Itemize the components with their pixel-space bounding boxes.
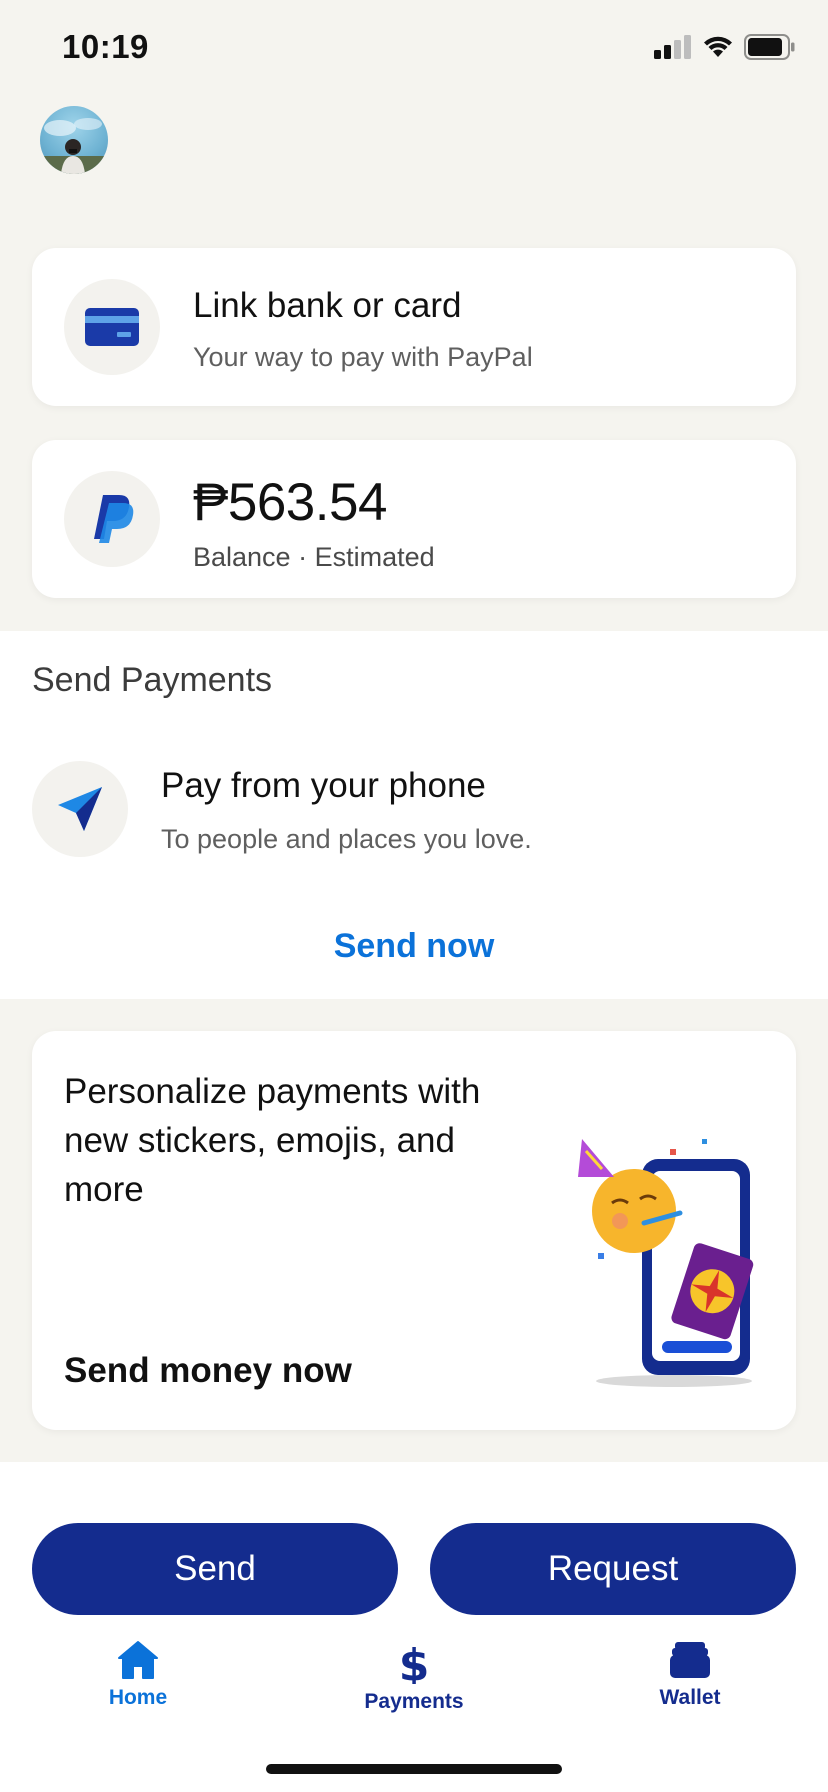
bottom-panel	[0, 1462, 828, 1792]
home-indicator	[266, 1764, 562, 1774]
send-now-link[interactable]: Send now	[0, 927, 828, 966]
pay-from-phone-subtitle: To people and places you love.	[161, 824, 532, 854]
balance-subtitle: Balance · Estimated	[193, 542, 435, 572]
pay-from-phone-title: Pay from your phone	[161, 766, 486, 805]
house-icon	[118, 1641, 158, 1679]
send-money-now-link[interactable]: Send money now	[64, 1351, 352, 1391]
link-bank-card[interactable]: Link bank or card Your way to pay with P…	[32, 248, 796, 406]
paypal-logo-icon	[94, 495, 134, 543]
balance-amount: ₱563.54	[193, 473, 387, 532]
phone-emoji-illustration	[578, 1139, 754, 1387]
link-bank-title: Link bank or card	[193, 286, 462, 325]
request-button[interactable]: Request	[430, 1523, 796, 1615]
promo-text: Personalize payments with new stickers, …	[64, 1072, 481, 1209]
wallet-icon	[670, 1642, 710, 1678]
tab-payments[interactable]: $ Payments	[344, 1640, 484, 1714]
section-heading: Send Payments	[32, 661, 273, 699]
send-payments-section: Send Payments Pay from your phone To peo…	[0, 631, 828, 999]
cellular-signal-icon	[654, 35, 691, 59]
tab-home[interactable]: Home	[68, 1640, 208, 1710]
balance-card[interactable]: ₱563.54 Balance · Estimated	[32, 440, 796, 598]
status-bar: 10:19	[0, 0, 828, 100]
link-bank-subtitle: Your way to pay with PayPal	[193, 342, 533, 372]
tab-wallet[interactable]: Wallet	[620, 1640, 760, 1710]
tab-wallet-label: Wallet	[659, 1686, 721, 1709]
battery-icon	[744, 34, 795, 60]
send-button[interactable]: Send	[32, 1523, 398, 1615]
link-bank-icon-circle	[64, 279, 160, 375]
dollar-sign-icon: $	[399, 1640, 430, 1684]
tab-home-label: Home	[108, 1686, 168, 1709]
wifi-icon	[704, 36, 732, 57]
send-icon-circle	[32, 761, 128, 857]
tab-payments-label: Payments	[364, 1690, 464, 1713]
promo-card[interactable]: Personalize payments with new stickers, …	[32, 1031, 796, 1430]
svg-text:$: $	[399, 1640, 430, 1684]
paypal-icon-circle	[64, 471, 160, 567]
profile-avatar[interactable]	[40, 106, 108, 174]
avatar-photo	[40, 118, 108, 174]
status-time: 10:19	[62, 28, 149, 65]
status-icons	[654, 34, 796, 60]
paper-plane-icon	[58, 787, 102, 831]
credit-card-icon	[85, 308, 139, 346]
